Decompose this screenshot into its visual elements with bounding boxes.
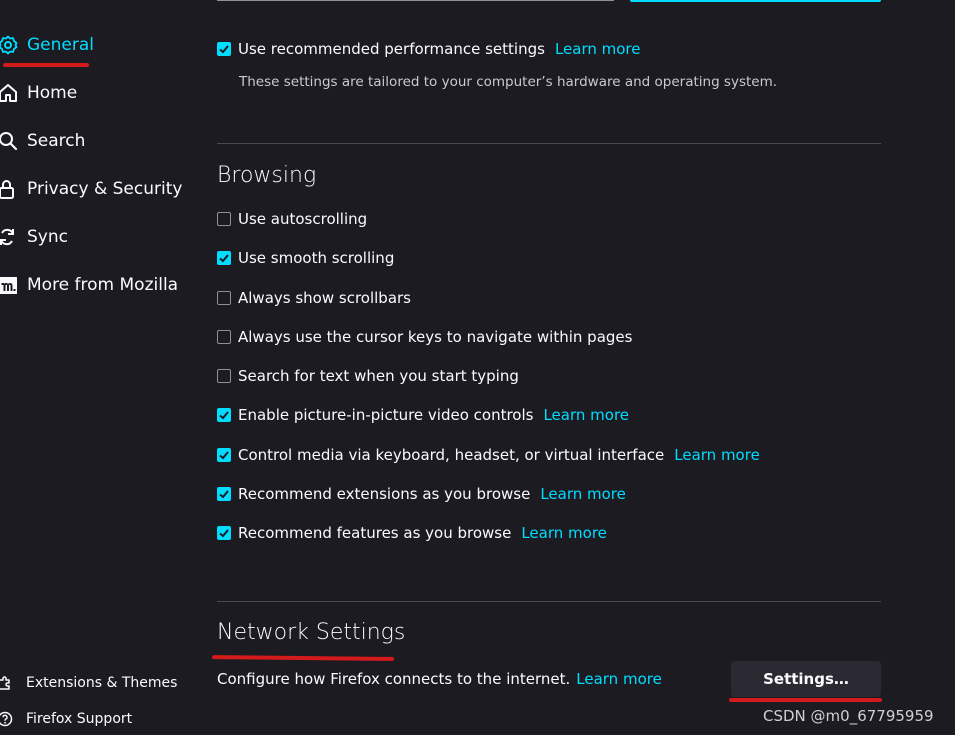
- network-settings-button-label: Settings…: [763, 670, 849, 688]
- option-checkbox[interactable]: [217, 448, 231, 462]
- annotation-underline-network: [211, 655, 395, 661]
- home-icon: [0, 82, 18, 104]
- puzzle-icon: [0, 675, 13, 691]
- network-learn-more-link[interactable]: Learn more: [576, 670, 662, 688]
- option-checkbox[interactable]: [217, 251, 231, 265]
- network-description: Configure how Firefox connects to the in…: [217, 670, 571, 688]
- option-checkbox[interactable]: [217, 369, 231, 383]
- option-checkbox[interactable]: [217, 212, 231, 226]
- browsing-option[interactable]: Always show scrollbars: [217, 287, 411, 309]
- sidebar-item-label: Privacy & Security: [27, 179, 183, 199]
- learn-more-link[interactable]: Learn more: [540, 485, 626, 503]
- sidebar-footer-extensions-themes[interactable]: Extensions & Themes: [0, 672, 177, 694]
- performance-learn-more-link[interactable]: Learn more: [555, 40, 641, 58]
- option-label: Use autoscrolling: [238, 210, 368, 228]
- browsing-option[interactable]: Control media via keyboard, headset, or …: [217, 444, 760, 466]
- sidebar-item-label: More from Mozilla: [27, 275, 179, 295]
- option-checkbox[interactable]: [217, 487, 231, 501]
- option-label: Recommend extensions as you browse: [238, 485, 531, 503]
- network-settings-button[interactable]: Settings…: [731, 661, 881, 697]
- browsing-option[interactable]: Always use the cursor keys to navigate w…: [217, 326, 632, 348]
- mozilla-icon: [0, 274, 18, 296]
- sidebar-item-more-from-mozilla[interactable]: More from Mozilla: [0, 268, 178, 302]
- option-label: Use smooth scrolling: [238, 249, 395, 267]
- browsing-option[interactable]: Recommend extensions as you browse Learn …: [217, 483, 626, 505]
- sidebar-item-label: Sync: [27, 227, 68, 247]
- option-label: Recommend features as you browse: [238, 524, 512, 542]
- annotation-underline-settings: [729, 698, 882, 702]
- section-divider: [217, 143, 881, 144]
- network-title: Network Settings: [217, 620, 406, 645]
- option-label: Control media via keyboard, headset, or …: [238, 446, 665, 464]
- help-icon: [0, 711, 13, 727]
- option-checkbox[interactable]: [217, 526, 231, 540]
- sidebar-item-general[interactable]: General: [0, 28, 94, 62]
- performance-option[interactable]: Use recommended performance settings Lea…: [217, 38, 640, 60]
- watermark: CSDN @m0_67795959: [763, 707, 934, 725]
- section-divider: [217, 601, 881, 602]
- performance-checkbox[interactable]: [217, 42, 231, 56]
- sidebar-item-label: Search: [27, 131, 86, 151]
- learn-more-link[interactable]: Learn more: [543, 406, 629, 424]
- performance-description: These settings are tailored to your comp…: [239, 74, 778, 90]
- sidebar-item-label: Home: [27, 83, 78, 103]
- sidebar-item-privacy[interactable]: Privacy & Security: [0, 172, 182, 206]
- browsing-option[interactable]: Use autoscrolling: [217, 208, 367, 230]
- sidebar-footer-label: Firefox Support: [26, 711, 133, 727]
- lock-icon: [0, 178, 18, 200]
- sidebar-item-sync[interactable]: Sync: [0, 220, 68, 254]
- annotation-underline-general: [3, 63, 89, 67]
- top-input-edge: [217, 0, 614, 1]
- browsing-option[interactable]: Use smooth scrolling: [217, 247, 394, 269]
- browsing-option[interactable]: Enable picture-in-picture video controls…: [217, 404, 629, 426]
- option-checkbox[interactable]: [217, 408, 231, 422]
- option-checkbox[interactable]: [217, 330, 231, 344]
- search-icon: [0, 130, 18, 152]
- learn-more-link[interactable]: Learn more: [521, 524, 607, 542]
- sidebar-item-label: General: [27, 35, 94, 55]
- network-description-row: Configure how Firefox connects to the in…: [217, 668, 662, 690]
- top-button-edge: [630, 0, 881, 2]
- gear-icon: [0, 34, 18, 56]
- browsing-option[interactable]: Recommend features as you browse Learn mo…: [217, 522, 607, 544]
- performance-label: Use recommended performance settings: [238, 40, 545, 58]
- sidebar-footer-label: Extensions & Themes: [26, 675, 178, 691]
- sidebar-item-home[interactable]: Home: [0, 76, 77, 110]
- option-label: Always use the cursor keys to navigate w…: [238, 328, 633, 346]
- option-label: Always show scrollbars: [238, 289, 411, 307]
- option-label: Enable picture-in-picture video controls: [238, 406, 534, 424]
- option-label: Search for text when you start typing: [238, 367, 519, 385]
- option-checkbox[interactable]: [217, 291, 231, 305]
- sync-icon: [0, 226, 18, 248]
- sidebar-footer-firefox-support[interactable]: Firefox Support: [0, 708, 132, 730]
- browsing-option[interactable]: Search for text when you start typing: [217, 365, 519, 387]
- browsing-title: Browsing: [217, 163, 317, 188]
- learn-more-link[interactable]: Learn more: [674, 446, 760, 464]
- sidebar-item-search[interactable]: Search: [0, 124, 85, 158]
